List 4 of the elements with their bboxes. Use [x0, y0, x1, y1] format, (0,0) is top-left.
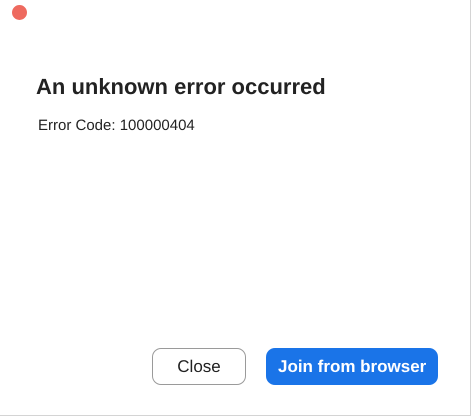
dialog-title: An unknown error occurred — [36, 73, 326, 101]
close-button[interactable]: Close — [152, 348, 246, 385]
error-code-text: Error Code: 100000404 — [38, 116, 195, 136]
join-browser-button[interactable]: Join from browser — [266, 348, 438, 385]
